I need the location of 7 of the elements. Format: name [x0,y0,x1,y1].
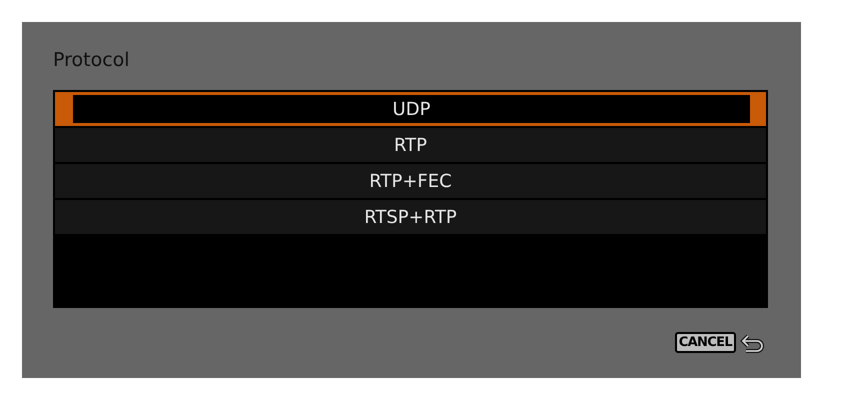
cancel-button[interactable]: CANCEL [674,332,736,353]
option-item[interactable]: RTP [55,128,766,162]
dialog-title: Protocol [53,48,131,73]
option-item[interactable]: UDP [55,92,766,126]
return-icon [740,332,766,352]
option-item[interactable]: RTSP+RTP [55,200,766,234]
option-item[interactable]: RTP+FEC [55,164,766,198]
